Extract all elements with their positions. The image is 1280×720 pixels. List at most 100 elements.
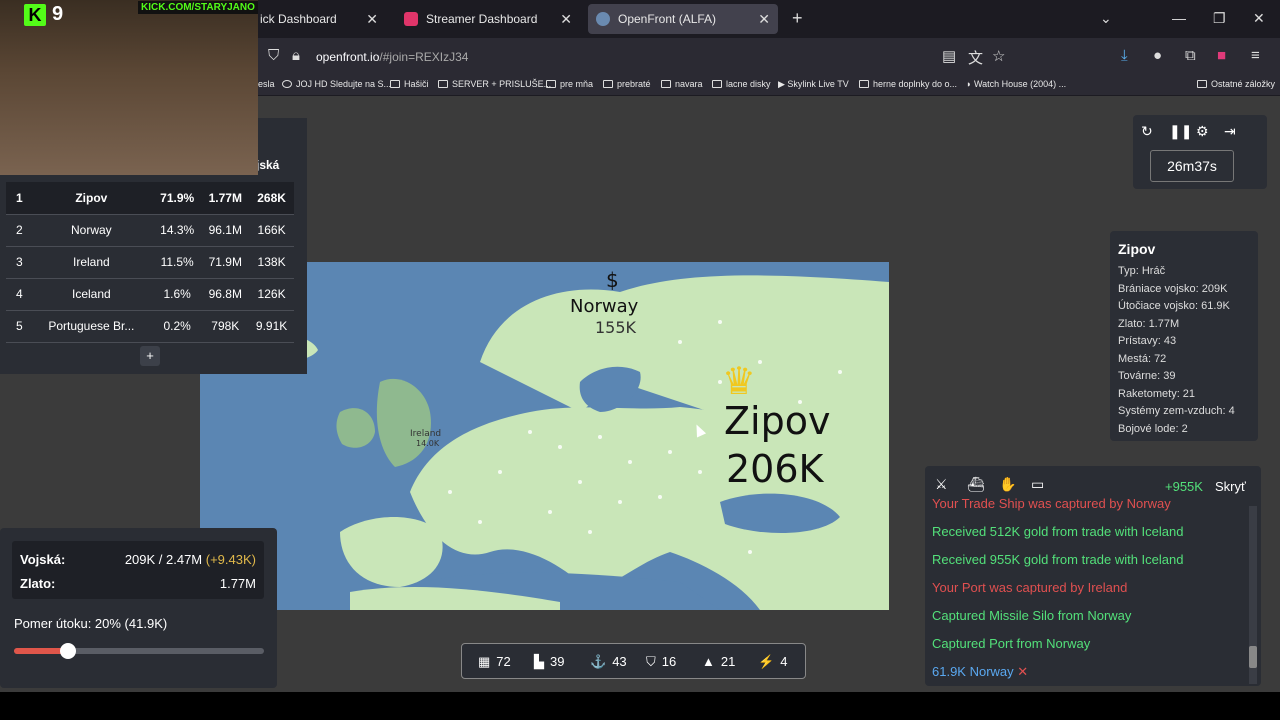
shield-icon[interactable]: ⛉ <box>268 47 279 64</box>
event-message: Your Trade Ship was captured by Norway <box>932 496 1171 511</box>
extension-mic-icon[interactable]: ■ <box>1217 47 1226 64</box>
exit-icon[interactable]: ⇥ <box>1224 123 1236 140</box>
viewer-count: 9 <box>52 3 64 25</box>
bookmark-label: Ostatné záložky <box>1211 79 1276 89</box>
troops-value: 209K / 2.47M (+9.43K) <box>125 552 256 567</box>
site-icon <box>282 80 292 88</box>
bookmark-item[interactable]: Hašiči <box>390 79 429 89</box>
player-stat: Brániace vojsko: 209K <box>1118 282 1228 295</box>
bookmark-item[interactable]: ◗ Watch House (2004) ... <box>966 79 1066 89</box>
expand-leaderboard-button[interactable]: + <box>140 346 160 366</box>
scrollbar-thumb[interactable] <box>1249 646 1257 668</box>
leaderboard-cell-rank: 1 <box>16 190 23 205</box>
event-text: Captured Port from Norway <box>932 636 1091 651</box>
bookmark-label: herne doplnky do o... <box>873 79 958 89</box>
leaderboard-cell-rank: 5 <box>16 319 23 333</box>
attack-ratio-slider[interactable] <box>14 643 264 659</box>
settings-icon[interactable]: ⚙ <box>1196 123 1209 140</box>
bookmark-item[interactable]: prebraté <box>603 79 651 89</box>
handshake-icon[interactable]: ✋ <box>999 476 1016 493</box>
player-stat: Továrne: 39 <box>1118 370 1176 382</box>
sam-icon: ⚡ <box>758 654 775 669</box>
bookmark-label: pre mňa <box>560 79 594 89</box>
folder-icon <box>546 80 556 88</box>
tab-streamer-dashboard[interactable]: Streamer Dashboard ✕ <box>396 4 580 34</box>
bookmark-label: SERVER + PRISLUŠE... <box>452 79 552 89</box>
missile-icon: ▲ <box>702 654 715 669</box>
troops-panel: Vojská: 209K / 2.47M (+9.43K) Zlato: 1.7… <box>0 528 277 688</box>
shield-icon: ⛉ <box>646 654 656 669</box>
translate-icon[interactable]: 文 <box>968 47 983 68</box>
leaderboard-cell-pct: 11.5% <box>160 255 194 269</box>
url-field[interactable]: openfront.io/#join=REXIzJ34 <box>316 50 468 64</box>
extensions-icon[interactable]: ⧉ <box>1185 47 1196 64</box>
close-window-button[interactable]: ✕ <box>1253 10 1265 27</box>
taskbar-strip <box>0 692 1280 720</box>
tab-openfront[interactable]: OpenFront (ALFA) ✕ <box>588 4 778 34</box>
slider-handle[interactable] <box>60 643 76 659</box>
bookmark-item[interactable]: esla <box>258 79 275 89</box>
bookmark-item[interactable]: SERVER + PRISLUŠE... <box>438 79 551 89</box>
building-count: ▲ 21 <box>702 654 735 669</box>
leaderboard-cell-name: Ireland <box>72 255 110 269</box>
maximize-button[interactable]: ❐ <box>1213 10 1226 27</box>
reader-view-icon[interactable]: ▤ <box>942 47 956 65</box>
bookmark-item[interactable]: navara <box>661 79 703 89</box>
leaderboard-cell-name: Iceland <box>71 287 111 301</box>
leaderboard-row[interactable]: 2 Norway 14.3% 96.1M 166K <box>6 214 294 246</box>
menu-icon[interactable]: ≡ <box>1251 47 1260 64</box>
crown-icon: ♛ <box>722 359 757 403</box>
play-icon: ▶ <box>778 79 788 89</box>
player-info-panel: Zipov Typ: Hráč Brániace vojsko: 209K Útoč… <box>1110 231 1258 441</box>
trade-icon[interactable]: ⛴ <box>967 476 985 493</box>
folder-icon <box>1197 80 1207 88</box>
event-text: 61.9K Norway <box>932 664 1014 679</box>
map-label-zipov-name: Zipov <box>724 399 831 443</box>
other-bookmarks[interactable]: Ostatné záložky <box>1197 79 1275 89</box>
leaderboard-table: 1 Zipov 71.9% 1.77M 268K 2 Norway 14.3% 96.1M 166… <box>6 182 294 343</box>
star-icon[interactable]: ☆ <box>992 47 1005 65</box>
map-label-ireland-name: Ireland <box>410 429 442 439</box>
pause-icon[interactable]: ❚❚ <box>1169 123 1192 140</box>
close-icon[interactable]: ✕ <box>758 11 770 28</box>
leaderboard-cell-pct: 14.3% <box>160 223 195 237</box>
chat-icon[interactable]: ▭ <box>1031 476 1044 493</box>
hide-events-button[interactable]: Skryť <box>1215 479 1246 494</box>
bookmark-item[interactable]: JOJ HD Sledujte na S... <box>282 79 391 89</box>
leaderboard-cell-gold: 71.9M <box>208 255 242 269</box>
download-icon[interactable]: ⤓ <box>1121 47 1128 64</box>
leaderboard-row[interactable]: 4 Iceland 1.6% 96.8M 126K <box>6 278 294 310</box>
lock-icon[interactable]: 🔒︎ <box>292 47 300 64</box>
events-scrollbar[interactable] <box>1249 506 1257 684</box>
folder-icon <box>390 80 400 88</box>
close-icon[interactable]: ✕ <box>560 11 572 28</box>
leaderboard-row[interactable]: 5 Portuguese Br... 0.2% 798K 9.91K <box>6 310 294 342</box>
bookmark-item[interactable]: pre mňa <box>546 79 593 89</box>
bookmark-item[interactable]: lacne disky <box>712 79 771 89</box>
player-stat: Systémy zem-vzduch: 4 <box>1118 405 1235 417</box>
bookmark-item[interactable]: herne doplnky do o... <box>859 79 957 89</box>
tab-kick-dashboard[interactable]: ick Dashboard ✕ <box>252 4 386 34</box>
tab-label: Streamer Dashboard <box>426 12 538 26</box>
sword-icon[interactable]: ⚔ <box>935 476 948 493</box>
leaderboard-cell-pct: 1.6% <box>163 287 191 301</box>
globe-icon <box>596 12 610 26</box>
leaderboard-row[interactable]: 1 Zipov 71.9% 1.77M 268K <box>6 182 294 214</box>
close-icon[interactable]: ✕ <box>366 11 378 28</box>
folder-icon <box>859 80 869 88</box>
account-icon[interactable]: ● <box>1153 47 1162 64</box>
tab-list-chevron-icon[interactable]: ⌄ <box>1100 10 1112 27</box>
minimize-button[interactable]: — <box>1172 10 1186 26</box>
leaderboard-row[interactable]: 3 Ireland 11.5% 71.9M 138K <box>6 246 294 278</box>
player-stat: Raketomety: 21 <box>1118 387 1196 400</box>
new-tab-button[interactable]: + <box>792 8 803 29</box>
leaderboard-cell-rank: 4 <box>16 287 23 301</box>
cancel-attack-icon[interactable]: ✕ <box>1014 664 1028 679</box>
event-message: Captured Port from Norway <box>932 636 1090 651</box>
restart-icon[interactable]: ↻ <box>1141 123 1153 140</box>
leaderboard-cell-gold: 1.77M <box>208 190 242 205</box>
event-text: Received 512K gold from trade with Icela… <box>932 524 1184 539</box>
tab-label: OpenFront (ALFA) <box>618 12 717 26</box>
map-label-norway-troops: 155K <box>595 318 637 337</box>
bookmark-item[interactable]: ▶ Skylink Live TV <box>778 79 849 90</box>
